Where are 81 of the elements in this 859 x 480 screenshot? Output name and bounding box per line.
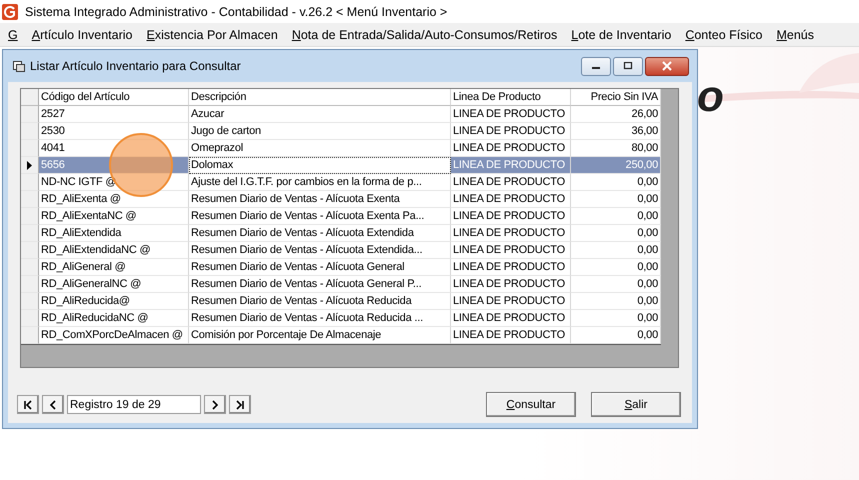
table-cell: Resumen Diario de Ventas - Alícuota Reducida ... <box>189 310 451 327</box>
table-cell: 0,00 <box>571 208 661 225</box>
table-cell: RD_AliReducidaNC @ <box>39 310 189 327</box>
table-cell: RD_AliExtendidaNC @ <box>39 242 189 259</box>
table-cell: Resumen Diario de Ventas - Alícuota Exenta <box>189 191 451 208</box>
table-cell: LINEA DE PRODUCTO <box>451 276 571 293</box>
table-cell: LINEA DE PRODUCTO <box>451 310 571 327</box>
table-cell: Resumen Diario de Ventas - Alícuota Extendida <box>189 225 451 242</box>
last-record-icon <box>235 400 245 410</box>
current-row-icon <box>27 160 32 170</box>
menu-item[interactable]: Artículo Inventario <box>32 28 132 42</box>
table-cell: Azucar <box>189 106 451 123</box>
maximize-button[interactable] <box>613 56 643 76</box>
table-cell: RD_AliExentaNC @ <box>39 208 189 225</box>
window-title: Sistema Integrado Administrativo - Contabilidad - v.26.2 < Menú Inventario > <box>25 4 448 18</box>
table-cell: LINEA DE PRODUCTO <box>451 106 571 123</box>
table-cell: LINEA DE PRODUCTO <box>451 157 571 174</box>
close-icon <box>661 61 673 71</box>
previous-record-icon <box>48 400 58 410</box>
table-cell: LINEA DE PRODUCTO <box>451 174 571 191</box>
menu-item[interactable]: Existencia Por Almacen <box>146 28 278 42</box>
table-cell: 0,00 <box>571 310 661 327</box>
menu-item[interactable]: Menús <box>776 28 814 42</box>
table-cell: Resumen Diario de Ventas - Alícuota Extendida... <box>189 242 451 259</box>
table-cell: Omeprazol <box>189 140 451 157</box>
dialog-title: Listar Artículo Inventario para Consultar <box>30 59 241 73</box>
table-cell: Ajuste del I.G.T.F. por cambios en la forma de p... <box>189 174 451 191</box>
table-cell: 0,00 <box>571 225 661 242</box>
table-cell: LINEA DE PRODUCTO <box>451 225 571 242</box>
table-cell: LINEA DE PRODUCTO <box>451 327 571 344</box>
table-cell: LINEA DE PRODUCTO <box>451 242 571 259</box>
logo-text: o <box>697 75 724 119</box>
table-cell: LINEA DE PRODUCTO <box>451 293 571 310</box>
previous-record-button[interactable] <box>42 395 64 414</box>
menu-item[interactable]: Nota de Entrada/Salida/Auto-Consumos/Retiros <box>292 28 558 42</box>
menu-item[interactable]: Conteo Físico <box>685 28 762 42</box>
table-cell: Comisión por Porcentaje De Almacenaje <box>189 327 451 344</box>
table-cell: 2527 <box>39 106 189 123</box>
table-cell: 0,00 <box>571 293 661 310</box>
last-record-button[interactable] <box>229 395 251 414</box>
column-header[interactable]: Linea De Producto <box>451 89 571 106</box>
table-cell: LINEA DE PRODUCTO <box>451 208 571 225</box>
table-cell: 0,00 <box>571 191 661 208</box>
table-cell: 0,00 <box>571 242 661 259</box>
window-icon <box>13 60 25 72</box>
dialog-button[interactable]: Salir <box>591 392 681 417</box>
table-cell: 26,00 <box>571 106 661 123</box>
close-button[interactable] <box>645 56 689 76</box>
next-record-button[interactable] <box>204 395 226 414</box>
table-cell: Jugo de carton <box>189 123 451 140</box>
column-header[interactable]: Precio Sin IVA <box>571 89 661 106</box>
table-cell: 0,00 <box>571 327 661 344</box>
table-cell: RD_AliExtendida <box>39 225 189 242</box>
table-cell: LINEA DE PRODUCTO <box>451 259 571 276</box>
record-field[interactable]: Registro 19 de 29 <box>67 395 201 414</box>
column-header[interactable]: Descripción <box>189 89 451 106</box>
first-record-button[interactable] <box>17 395 39 414</box>
table-cell: RD_ComXPorcDeAlmacen @ <box>39 327 189 344</box>
table-cell: Resumen Diario de Ventas - Alícuota Reducida <box>189 293 451 310</box>
table-cell: LINEA DE PRODUCTO <box>451 123 571 140</box>
first-record-icon <box>23 400 33 410</box>
table-cell: RD_AliGeneral @ <box>39 259 189 276</box>
minimize-button[interactable] <box>581 56 611 76</box>
table-cell: 250,00 <box>571 157 661 174</box>
maximize-icon <box>623 62 633 70</box>
column-header[interactable]: Código del Artículo <box>39 89 189 106</box>
table-cell: RD_AliGeneralNC @ <box>39 276 189 293</box>
table-cell: RD_AliReducida@ <box>39 293 189 310</box>
table-cell: LINEA DE PRODUCTO <box>451 191 571 208</box>
table-cell: Resumen Diario de Ventas - Alícuota General P... <box>189 276 451 293</box>
table-cell: Dolomax <box>189 157 451 174</box>
menu-item[interactable]: G <box>8 28 18 42</box>
table-cell: 0,00 <box>571 174 661 191</box>
dialog-button[interactable]: Consultar <box>486 392 576 417</box>
table-cell: Resumen Diario de Ventas - Alícuota General <box>189 259 451 276</box>
table-cell: 36,00 <box>571 123 661 140</box>
table-cell: 0,00 <box>571 259 661 276</box>
table-cell: Resumen Diario de Ventas - Alícuota Exenta Pa... <box>189 208 451 225</box>
menu-item[interactable]: Lote de Inventario <box>571 28 672 42</box>
table-cell: 0,00 <box>571 276 661 293</box>
next-record-icon <box>210 400 220 410</box>
